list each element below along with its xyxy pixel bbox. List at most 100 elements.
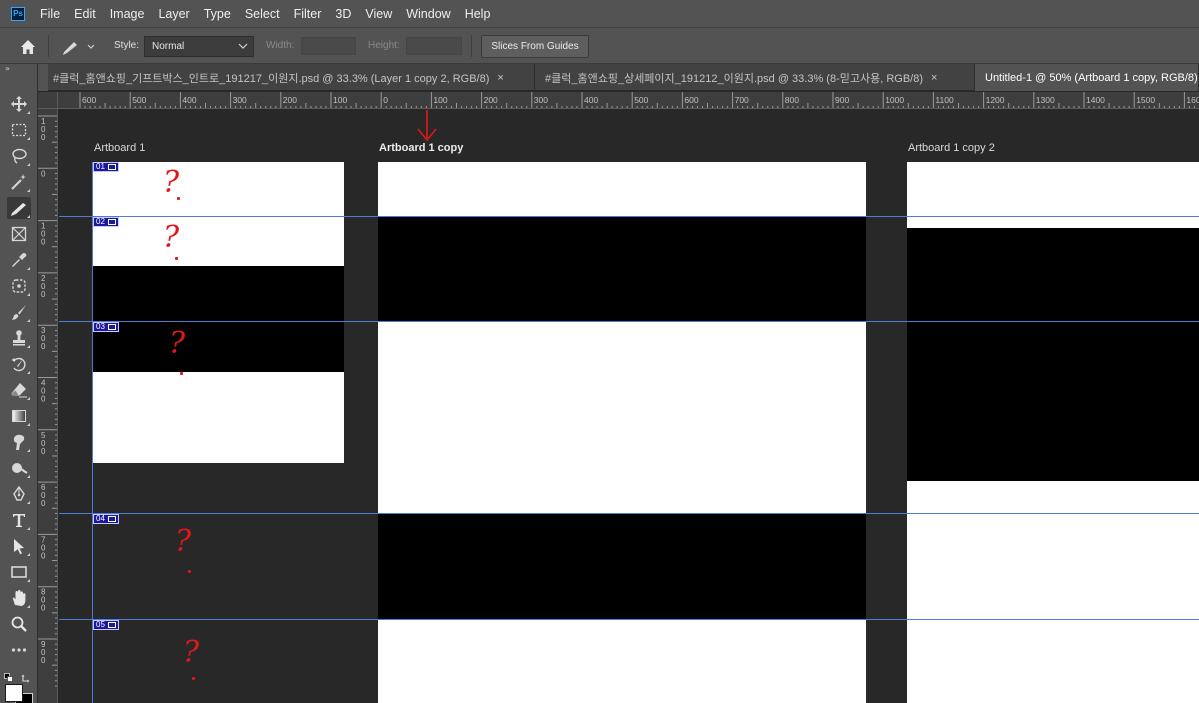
- menu-select[interactable]: Select: [245, 7, 280, 21]
- menu-file[interactable]: File: [40, 7, 60, 21]
- slice-number: 03: [96, 322, 105, 331]
- options-separator: [471, 35, 472, 57]
- slice-number: 04: [96, 514, 105, 523]
- pen-icon[interactable]: [7, 483, 31, 505]
- menu-bar: Ps File Edit Image Layer Type Select Fil…: [0, 0, 1199, 27]
- ruler-label: 1100: [935, 95, 954, 105]
- slice-badge-02[interactable]: 02: [93, 217, 119, 227]
- move-icon[interactable]: [7, 93, 31, 115]
- home-icon[interactable]: [18, 37, 38, 57]
- tab-document-3[interactable]: Untitled-1 @ 50% (Artboard 1 copy, RGB/8…: [975, 64, 1199, 91]
- image-icon: [107, 219, 116, 225]
- ruler-label: 1300: [1036, 95, 1055, 105]
- ruler-label: 100: [433, 95, 447, 105]
- toolbar-collapse-button[interactable]: »: [5, 64, 10, 73]
- slice-icon[interactable]: [7, 197, 31, 219]
- ruler-label: 300: [233, 95, 247, 105]
- menu-edit[interactable]: Edit: [74, 7, 96, 21]
- slice-number: 01: [96, 162, 105, 171]
- width-field[interactable]: [301, 37, 356, 55]
- type-icon[interactable]: [7, 509, 31, 531]
- menu-3d[interactable]: 3D: [335, 7, 351, 21]
- ruler-label: 0: [41, 604, 46, 613]
- frame-icon[interactable]: [7, 223, 31, 245]
- tab-document-2[interactable]: #클럭_홈앤쇼핑_상세페이지_191212_이원지.psd @ 33.3% (8…: [535, 64, 975, 91]
- artboard-copy-black-band-2: [378, 514, 866, 620]
- ruler-origin[interactable]: [38, 92, 58, 109]
- tab-label: #클럭_홈앤쇼핑_기프트박스_인트로_191217_이원지.psd @ 33.3…: [53, 72, 490, 85]
- ruler-label: 200: [283, 95, 297, 105]
- horizontal-ruler[interactable]: 600 500 400 300 200 100 0 100 200 300 400 500 600 700…: [38, 92, 1199, 109]
- tab-document-1[interactable]: #클럭_홈앤쇼핑_기프트박스_인트로_191217_이원지.psd @ 33.3…: [43, 64, 535, 91]
- marquee-icon[interactable]: [7, 119, 31, 141]
- eraser-icon[interactable]: [7, 379, 31, 401]
- swap-colors-icon[interactable]: [21, 668, 33, 683]
- magic-wand-icon[interactable]: [7, 171, 31, 193]
- menu-view[interactable]: View: [365, 7, 392, 21]
- menu-window[interactable]: Window: [406, 7, 450, 21]
- annotation-dot: [188, 570, 191, 573]
- menu-filter[interactable]: Filter: [294, 7, 322, 21]
- ruler-label: 500: [132, 95, 146, 105]
- smudge-icon[interactable]: [7, 431, 31, 453]
- path-select-icon[interactable]: [7, 535, 31, 557]
- ruler-label: 1500: [1136, 95, 1155, 105]
- ruler-label: 0: [41, 169, 46, 178]
- image-icon: [107, 622, 116, 628]
- lasso-icon[interactable]: [7, 145, 31, 167]
- eyedropper-icon[interactable]: [7, 249, 31, 271]
- history-brush-icon[interactable]: [7, 353, 31, 375]
- default-colors-icon[interactable]: [4, 668, 14, 682]
- height-label: Height:: [368, 40, 400, 51]
- close-icon[interactable]: ×: [497, 72, 503, 84]
- ruler-label: 1200: [986, 95, 1005, 105]
- rectangle-icon[interactable]: [7, 561, 31, 583]
- style-select-value: Normal: [152, 41, 185, 52]
- horizontal-guide[interactable]: [59, 321, 1199, 322]
- ruler-label: 400: [182, 95, 196, 105]
- document-tabs: #클럭_홈앤쇼핑_기프트박스_인트로_191217_이원지.psd @ 33.3…: [38, 64, 1199, 91]
- menu-help[interactable]: Help: [465, 7, 491, 21]
- annotation-dot: [177, 197, 180, 200]
- document-canvas[interactable]: Artboard 1 Artboard 1 copy Artboard 1 co…: [59, 110, 1199, 703]
- horizontal-guide[interactable]: [59, 619, 1199, 620]
- slice-badge-03[interactable]: 03: [93, 322, 119, 332]
- slice-badge-01[interactable]: 01: [93, 162, 119, 172]
- slice-badge-05[interactable]: 05: [93, 620, 119, 630]
- menu-type[interactable]: Type: [204, 7, 231, 21]
- hand-icon[interactable]: [7, 587, 31, 609]
- close-icon[interactable]: ×: [931, 72, 937, 84]
- brush-icon[interactable]: [7, 301, 31, 323]
- clone-stamp-icon[interactable]: [7, 327, 31, 349]
- image-icon: [107, 516, 116, 522]
- style-select[interactable]: Normal: [144, 36, 254, 57]
- tool-preset-picker[interactable]: [60, 37, 100, 57]
- menu-layer[interactable]: Layer: [158, 7, 189, 21]
- ruler-label: 600: [684, 95, 698, 105]
- photoshop-logo: Ps: [11, 6, 25, 21]
- zoom-icon[interactable]: [7, 613, 31, 635]
- ruler-label: 0: [41, 395, 46, 404]
- question-mark-annotation: ?: [163, 220, 180, 255]
- horizontal-guide[interactable]: [59, 513, 1199, 514]
- vertical-ruler[interactable]: 1000100200300400500600700800900: [38, 109, 58, 703]
- ruler-label: 0: [41, 342, 46, 351]
- ruler-label: 300: [534, 95, 548, 105]
- ruler-label: 0: [41, 656, 46, 665]
- height-field[interactable]: [406, 37, 462, 55]
- horizontal-guide[interactable]: [59, 216, 1199, 217]
- more-tools-icon[interactable]: [7, 639, 31, 661]
- foreground-color-swatch[interactable]: [5, 684, 23, 702]
- artboard-label[interactable]: Artboard 1 copy 2: [908, 142, 995, 154]
- slice-badge-04[interactable]: 04: [93, 514, 119, 524]
- artboard-label[interactable]: Artboard 1: [94, 142, 145, 154]
- dodge-icon[interactable]: [7, 457, 31, 479]
- ruler-label: 100: [333, 95, 347, 105]
- menu-image[interactable]: Image: [110, 7, 145, 21]
- ruler-label: 1600: [1186, 95, 1199, 105]
- question-mark-annotation: ?: [163, 165, 180, 200]
- patch-icon[interactable]: [7, 275, 31, 297]
- ruler-label: 0: [383, 95, 388, 105]
- slices-from-guides-button[interactable]: Slices From Guides: [481, 35, 589, 58]
- gradient-icon[interactable]: [7, 405, 31, 427]
